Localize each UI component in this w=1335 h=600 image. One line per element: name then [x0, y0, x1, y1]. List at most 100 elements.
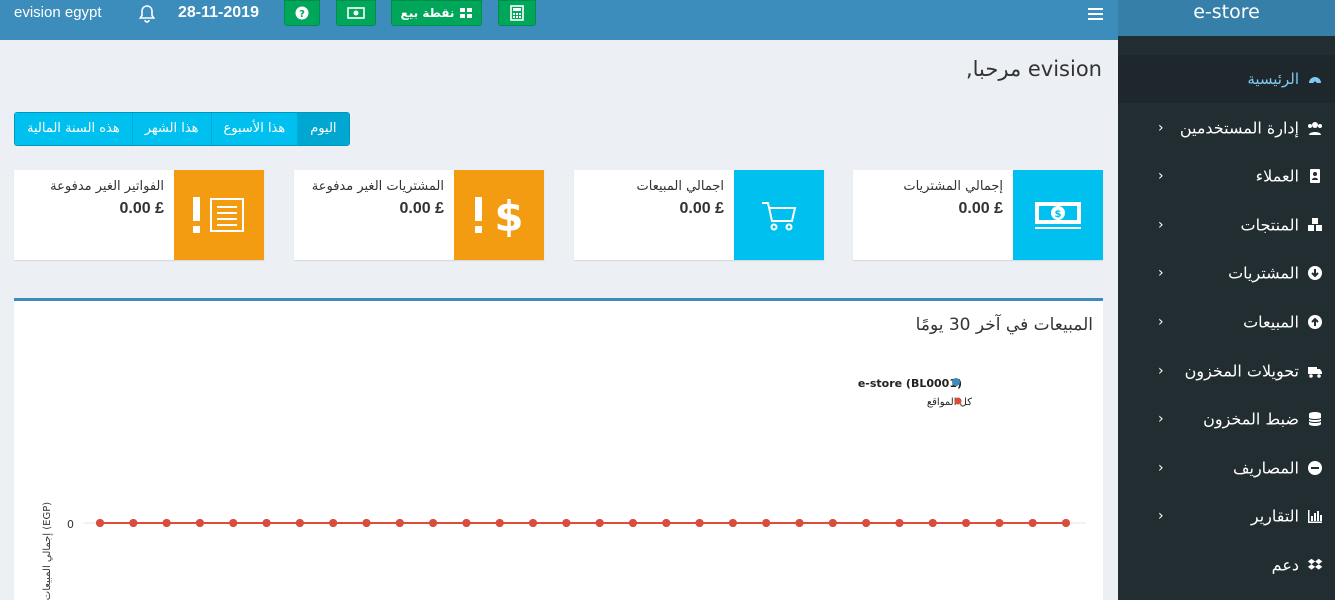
arrow-up-circle-icon [1307, 314, 1323, 330]
sidebar-item-label: العملاء [1255, 166, 1299, 186]
period-today-button[interactable]: اليوم [297, 113, 349, 145]
data-point[interactable] [595, 519, 604, 527]
sidebar-item-label: المشتريات [1228, 263, 1299, 283]
money-icon: $ [1013, 170, 1103, 260]
help-button[interactable]: ? [284, 0, 320, 26]
legend-all-locations: كل المواقع [927, 397, 972, 408]
data-point[interactable] [895, 519, 904, 527]
data-point[interactable] [262, 519, 271, 527]
cart-icon [734, 170, 824, 260]
data-point[interactable] [229, 519, 238, 527]
chevron-left-icon: ‹ [1158, 314, 1164, 330]
chevron-left-icon: ‹ [1158, 411, 1164, 428]
sidebar-item-8[interactable]: المصاريف ‹ [1118, 444, 1335, 492]
sidebar-item-10[interactable]: دعم [1118, 541, 1335, 589]
data-point[interactable] [495, 519, 504, 527]
data-point[interactable] [795, 519, 804, 527]
stat-value: £ 0.00 [958, 200, 1003, 217]
data-point[interactable] [962, 519, 971, 527]
sidebar-item-0[interactable]: الرئيسية [1118, 55, 1335, 103]
minus-circle-icon [1307, 460, 1323, 476]
data-point[interactable] [695, 519, 704, 527]
data-point[interactable] [162, 519, 171, 527]
sales-chart-box: المبيعات في آخر 30 يومًا e-store (BL0001… [14, 298, 1103, 600]
welcome-message: evision مرحبا, [965, 57, 1102, 81]
data-point[interactable] [195, 519, 204, 527]
data-point[interactable] [529, 519, 538, 527]
data-point[interactable] [728, 519, 737, 527]
pos-label: نقطة بيع [400, 6, 455, 20]
cash-register-button[interactable] [336, 0, 376, 26]
stat-label: اجمالي المبيعات [636, 179, 724, 194]
stat-box-total-purchases: $ إجمالي المشتريات £ 0.00 [853, 170, 1103, 260]
period-filter-group: هذه السنة المالية هذا الشهر هذا الأسبوع … [14, 112, 350, 146]
stat-box-unpaid-invoices: الفواتير الغير مدفوعة £ 0.00 [14, 170, 264, 260]
stat-label: المشتريات الغير مدفوعة [311, 179, 444, 194]
chevron-left-icon: ‹ [1158, 265, 1164, 282]
current-date: 28-11-2019 [178, 4, 259, 21]
data-point[interactable] [362, 519, 371, 527]
data-point[interactable] [395, 519, 404, 527]
legend-estore: e-store (BL0001) [858, 377, 962, 390]
database-icon [1307, 411, 1323, 427]
stat-label: الفواتير الغير مدفوعة [50, 179, 164, 194]
stat-box-total-sales: اجمالي المبيعات £ 0.00 [574, 170, 824, 260]
sidebar-item-label: المنتجات [1240, 215, 1300, 235]
sidebar-item-label: إدارة المستخدمين [1179, 118, 1299, 138]
chevron-left-icon: ‹ [1158, 168, 1164, 185]
truck-icon [1307, 363, 1323, 379]
data-point[interactable] [995, 519, 1004, 527]
top-navbar: evision egypt 28-11-2019 ? نقطة بيع [0, 0, 1118, 40]
svg-text:?: ? [299, 9, 305, 20]
data-point[interactable] [628, 519, 637, 527]
period-month-button[interactable]: هذا الشهر [131, 113, 211, 145]
notifications-bell-icon[interactable] [138, 4, 156, 24]
data-point[interactable] [928, 519, 937, 527]
sidebar-item-4[interactable]: المشتريات ‹ [1118, 249, 1335, 297]
chevron-left-icon: ‹ [1158, 216, 1164, 233]
sidebar-item-5[interactable]: المبيعات ‹ [1118, 298, 1335, 346]
dollar-warning-icon: $ [454, 170, 544, 260]
data-point[interactable] [329, 519, 338, 527]
dashboard-icon [1307, 71, 1323, 87]
data-point[interactable] [295, 519, 304, 527]
data-point[interactable] [862, 519, 871, 527]
stat-label: إجمالي المشتريات [903, 179, 1003, 194]
user-menu[interactable]: evision egypt [14, 4, 102, 21]
calculator-button[interactable] [498, 0, 536, 26]
money-icon [347, 7, 365, 19]
cubes-icon [1307, 217, 1323, 233]
data-point[interactable] [1028, 519, 1037, 527]
sidebar-item-2[interactable]: العملاء ‹ [1118, 152, 1335, 200]
svg-text:$: $ [1055, 209, 1062, 220]
pos-button[interactable]: نقطة بيع [391, 0, 482, 26]
sidebar-item-3[interactable]: المنتجات ‹ [1118, 201, 1335, 249]
sidebar-item-7[interactable]: ضبط المخزون ‹ [1118, 395, 1335, 443]
data-point[interactable] [762, 519, 771, 527]
question-circle-icon: ? [295, 6, 309, 20]
sidebar-item-9[interactable]: التقارير ‹ [1118, 492, 1335, 540]
sidebar-item-6[interactable]: تحويلات المخزون ‹ [1118, 347, 1335, 395]
stat-box-unpaid-purchases: $ المشتريات الغير مدفوعة £ 0.00 [294, 170, 544, 260]
data-point[interactable] [129, 519, 138, 527]
sidebar-item-1[interactable]: إدارة المستخدمين ‹ [1118, 104, 1335, 152]
arrow-down-circle-icon [1307, 265, 1323, 281]
invoice-warning-icon [174, 170, 264, 260]
chevron-left-icon: ‹ [1158, 362, 1164, 379]
y-tick-label: 0 [67, 518, 74, 531]
stat-value: £ 0.00 [679, 200, 724, 217]
data-point[interactable] [1062, 519, 1070, 527]
data-point[interactable] [662, 519, 671, 527]
data-point[interactable] [96, 519, 104, 527]
data-point[interactable] [429, 519, 438, 527]
dropbox-icon [1307, 557, 1323, 573]
data-point[interactable] [462, 519, 471, 527]
sidebar-toggle-icon[interactable] [1088, 8, 1103, 21]
period-fiscal-year-button[interactable]: هذه السنة المالية [15, 113, 132, 145]
brand-logo[interactable]: e-store [1118, 0, 1335, 36]
period-week-button[interactable]: هذا الأسبوع [210, 113, 298, 145]
data-point[interactable] [562, 519, 571, 527]
data-point[interactable] [828, 519, 837, 527]
contacts-icon [1307, 168, 1323, 184]
chevron-left-icon: ‹ [1158, 459, 1164, 476]
